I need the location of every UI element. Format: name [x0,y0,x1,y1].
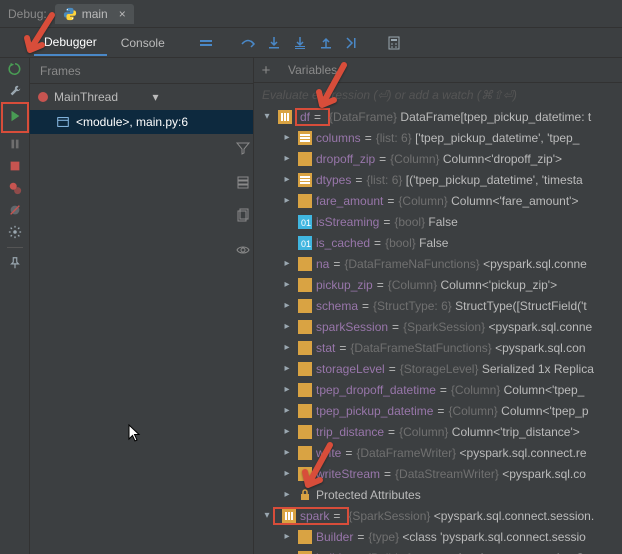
copy-icon[interactable] [235,208,251,224]
settings-icon[interactable] [8,225,22,239]
chevron-right-icon: ▸ [280,132,294,143]
chevron-down-icon: ▾ [260,111,274,122]
var-write[interactable]: ▸write={DataFrameWriter} <pyspark.sql.co… [254,442,622,463]
var-builder-class[interactable]: ▸Builder={type} <class 'pyspark.sql.conn… [254,526,622,547]
step-into-icon[interactable] [263,32,285,54]
stack-icon[interactable] [235,174,251,190]
var-storage-level[interactable]: ▸storageLevel={StorageLevel} Serialized … [254,358,622,379]
var-is-cached[interactable]: 01is_cached={bool} False [254,232,622,253]
frames-panel: Frames MainThread ▾ <module>, main.py:6 [30,58,254,554]
var-builder[interactable]: ▸builder={Builder} <pyspark.sql.connect.… [254,547,622,554]
var-stat[interactable]: ▸stat={DataFrameStatFunctions} <pyspark.… [254,337,622,358]
var-schema[interactable]: ▸schema={StructType: 6} StructType([Stru… [254,295,622,316]
var-dtypes[interactable]: ▸dtypes={list: 6} [('tpep_pickup_datetim… [254,169,622,190]
frames-title: Frames [30,58,253,84]
var-trip-distance[interactable]: ▸trip_distance={Column} Column<'trip_dis… [254,421,622,442]
file-name: main [82,7,108,21]
boxed-spark: spark= [274,508,348,524]
pin-icon[interactable] [8,256,22,270]
step-into-my-icon[interactable] [289,32,311,54]
layout-icon[interactable] [195,32,217,54]
boxed-df: df= [296,109,329,125]
tab-debugger[interactable]: Debugger [34,30,107,56]
var-write-stream[interactable]: ▸writeStream={DataStreamWriter} <pyspark… [254,463,622,484]
tab-console[interactable]: Console [111,31,175,55]
python-icon [63,7,77,21]
eye-icon[interactable] [235,242,251,258]
run-config-tab[interactable]: main × [55,4,134,24]
wrench-icon[interactable] [8,84,22,98]
chevron-down-icon: ▾ [260,510,274,521]
svg-text:01: 01 [301,239,311,249]
variables-panel: + Variables Evaluate expression (⏎) or a… [254,58,622,554]
mouse-cursor [128,424,144,447]
var-spark[interactable]: ▾ spark= {SparkSession} <pyspark.sql.con… [254,505,622,526]
thread-name: MainThread [54,90,147,104]
frames-side-icons [232,140,254,258]
step-out-icon[interactable] [315,32,337,54]
thread-selector[interactable]: MainThread ▾ [30,84,253,110]
var-pickup-zip[interactable]: ▸pickup_zip={Column} Column<'pickup_zip'… [254,274,622,295]
top-bar: Debug: main × [0,0,622,28]
var-dropoff-zip[interactable]: ▸dropoff_zip={Column} Column<'dropoff_zi… [254,148,622,169]
variables-title: Variables [278,63,347,77]
svg-text:01: 01 [301,218,311,228]
chevron-down-icon: ▾ [153,90,246,104]
mute-breakpoints-icon[interactable] [8,203,22,217]
thread-status-dot [38,92,48,102]
var-df[interactable]: ▾ df= {DataFrame} DataFrame[tpep_pickup_… [254,106,622,127]
close-icon[interactable]: × [119,7,126,21]
stop-icon[interactable] [8,159,22,173]
add-watch-icon[interactable]: + [254,62,278,79]
var-protected[interactable]: ▸Protected Attributes [254,484,622,505]
frame-icon [56,115,70,129]
var-sparksession[interactable]: ▸sparkSession={SparkSession} <pyspark.sq… [254,316,622,337]
var-is-streaming[interactable]: 01isStreaming={bool} False [254,211,622,232]
calculator-icon[interactable] [383,32,405,54]
resume-icon[interactable] [5,106,25,129]
lock-icon [298,488,312,502]
var-columns[interactable]: ▸columns={list: 6} ['tpep_pickup_datetim… [254,127,622,148]
var-na[interactable]: ▸na={DataFrameNaFunctions} <pyspark.sql.… [254,253,622,274]
step-over-icon[interactable] [237,32,259,54]
rerun-icon[interactable] [8,62,22,76]
object-icon [278,110,292,124]
frame-label: <module>, main.py:6 [76,115,188,129]
stack-frame[interactable]: <module>, main.py:6 [30,110,253,134]
var-tpep-dropoff[interactable]: ▸tpep_dropoff_datetime={Column} Column<'… [254,379,622,400]
debug-label: Debug: [8,7,47,21]
pause-icon[interactable] [8,137,22,151]
variables-tree[interactable]: ▾ df= {DataFrame} DataFrame[tpep_pickup_… [254,106,622,554]
view-breakpoints-icon[interactable] [8,181,22,195]
filter-icon[interactable] [235,140,251,156]
debug-gutter [0,58,30,554]
evaluate-input[interactable]: Evaluate expression (⏎) or add a watch (… [254,83,622,106]
toolbar: Debugger Console [0,28,622,58]
var-tpep-pickup[interactable]: ▸tpep_pickup_datetime={Column} Column<'t… [254,400,622,421]
run-to-cursor-icon[interactable] [341,32,363,54]
var-fare-amount[interactable]: ▸fare_amount={Column} Column<'fare_amoun… [254,190,622,211]
